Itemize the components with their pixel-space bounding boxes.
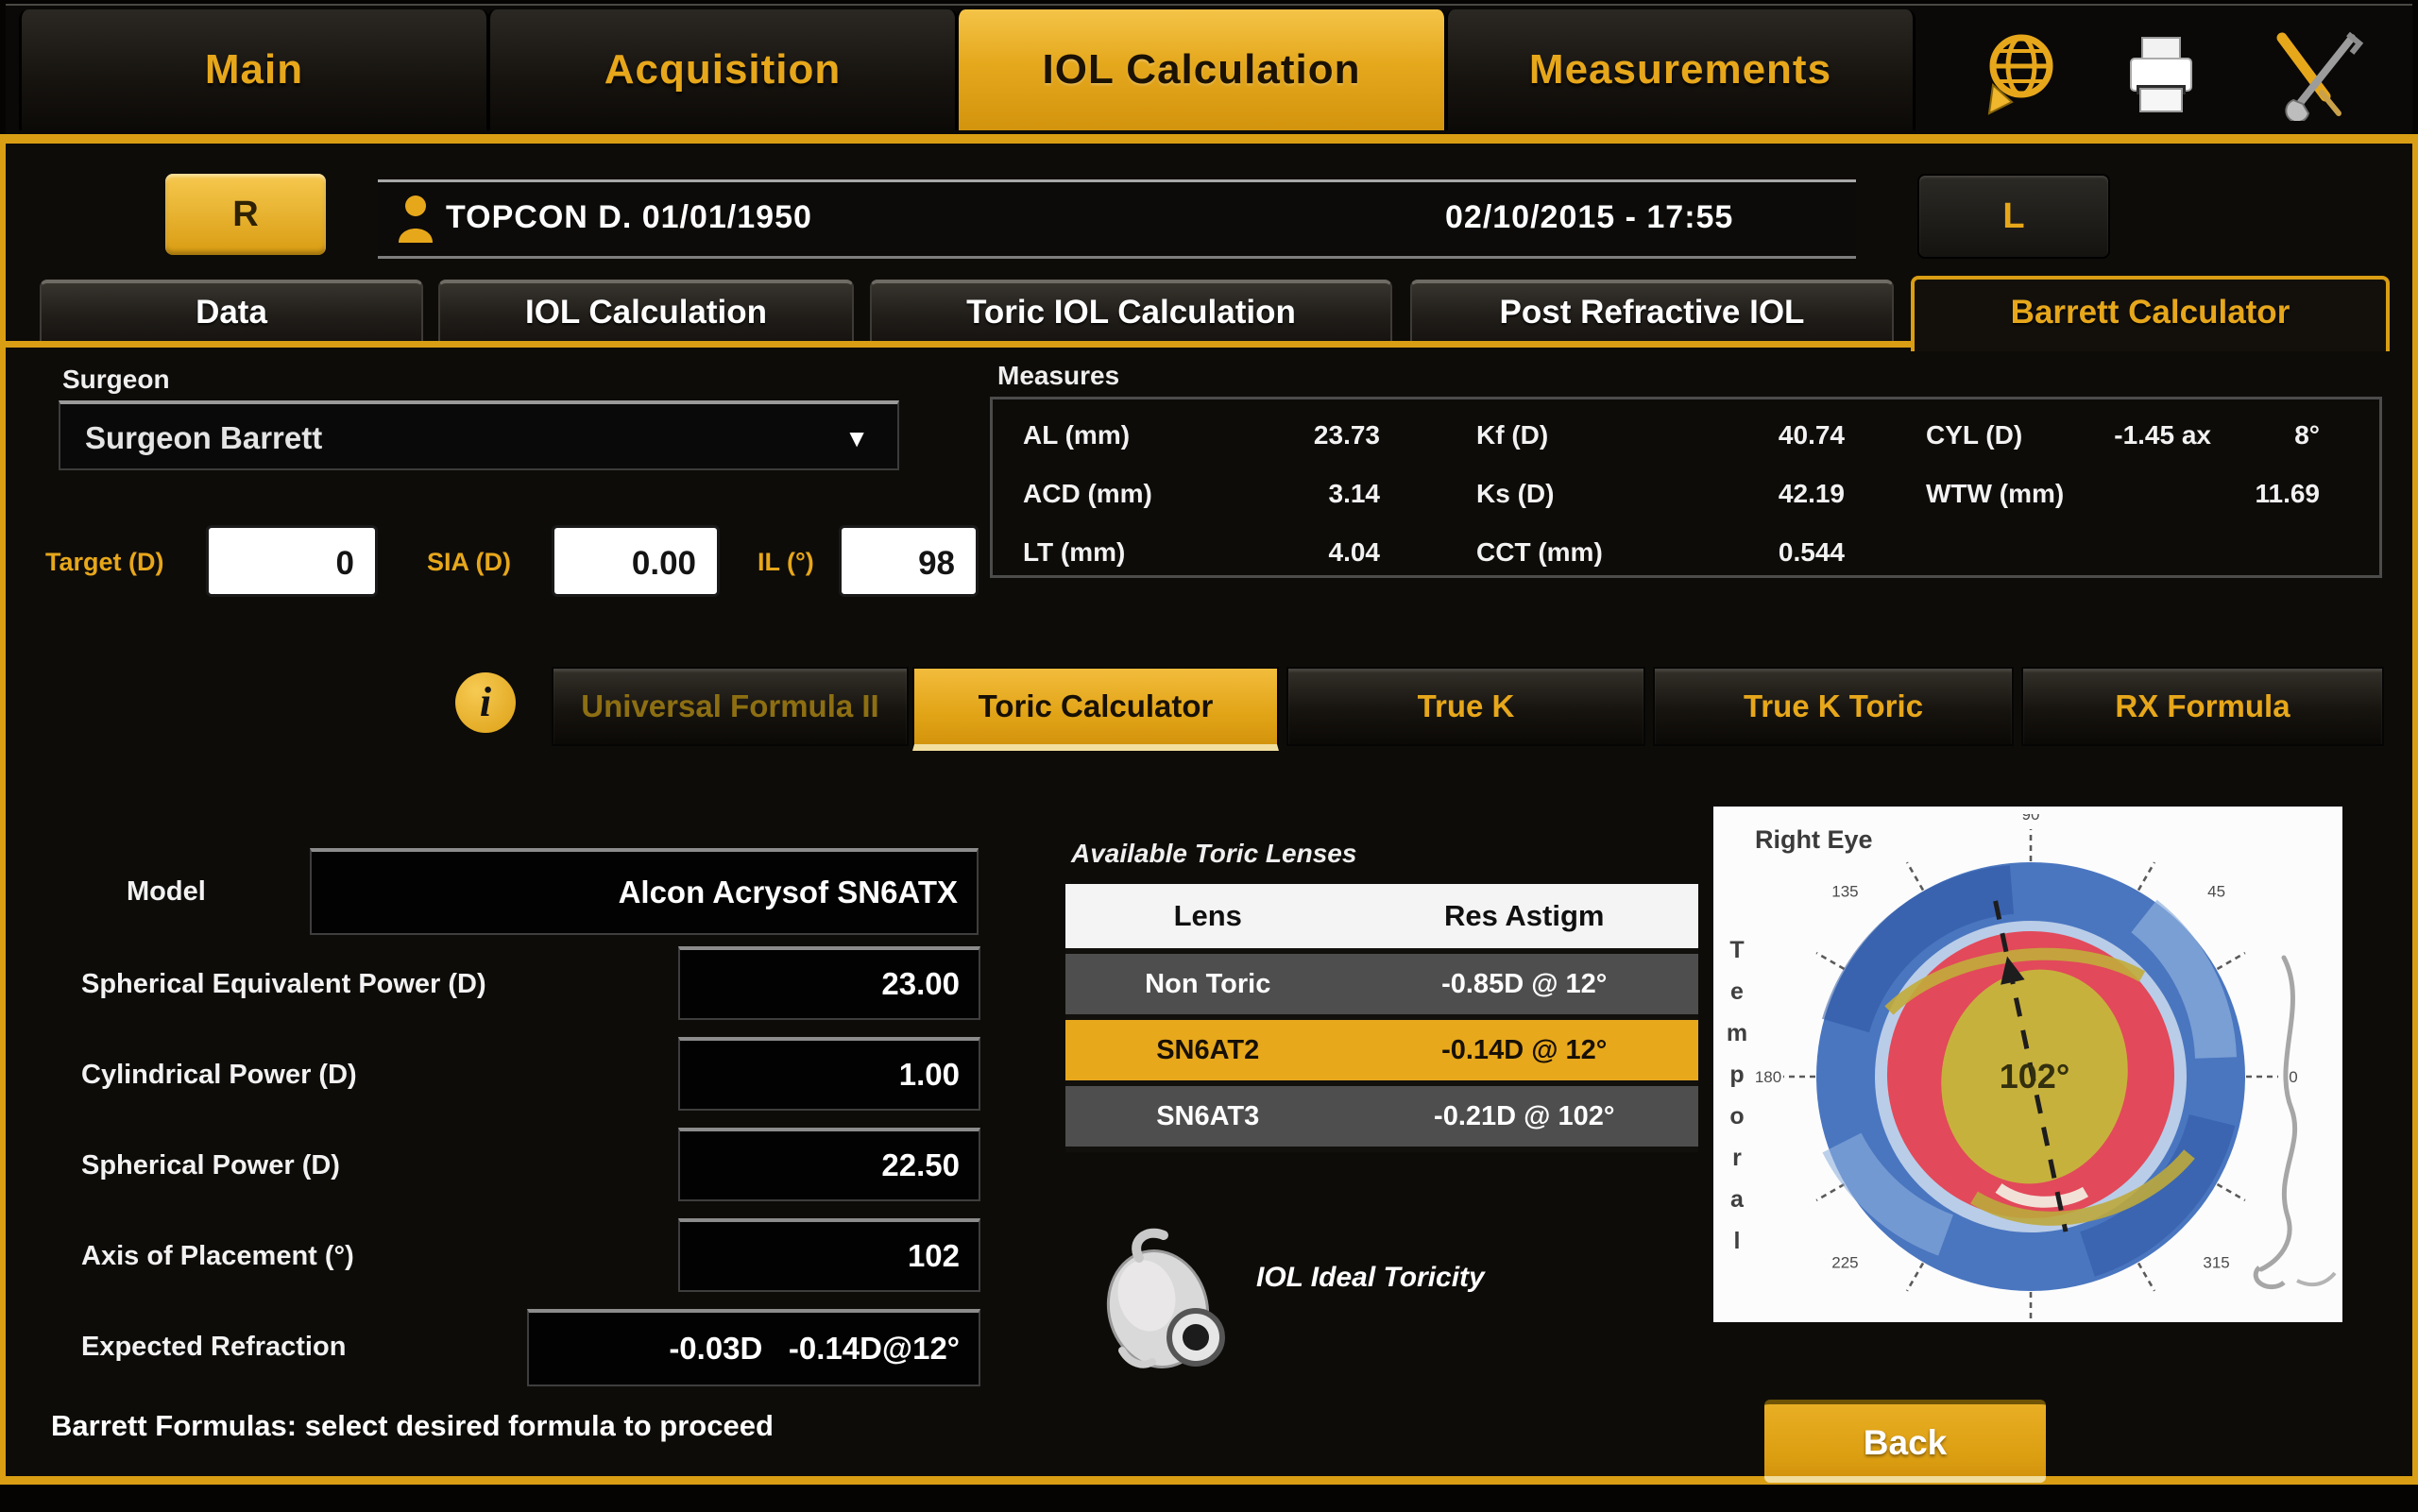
surgeon-dropdown[interactable]: Surgeon Barrett ▼	[59, 400, 899, 470]
surgeon-label: Surgeon	[62, 365, 170, 395]
il-input[interactable]: 98	[839, 525, 979, 597]
measure-value: 11.69	[2164, 479, 2320, 509]
main-tab-bar: Main Acquisition IOL Calculation Measure…	[6, 4, 2412, 136]
lens-name: SN6AT2	[1065, 1020, 1351, 1080]
lens-astigm: -0.21D @ 102°	[1351, 1086, 1699, 1147]
model-input[interactable]: Alcon Acrysof SN6ATX	[310, 848, 979, 935]
axis-placement-label: Axis of Placement (°)	[81, 1241, 354, 1272]
axis-placement-input[interactable]: 102	[678, 1218, 980, 1292]
measures-title: Measures	[997, 361, 1119, 391]
lens-name: SN6AT3	[1065, 1086, 1351, 1147]
universal-formula-button[interactable]: Universal Formula II	[552, 667, 909, 746]
degree-label: 45	[2207, 882, 2225, 900]
sep-label: Spherical Equivalent Power (D)	[81, 969, 486, 1000]
subtab-data[interactable]: Data	[40, 280, 423, 344]
measure-label: CCT (mm)	[1476, 537, 1603, 568]
measure-label: Kf (D)	[1476, 420, 1548, 450]
expected-refraction-label: Expected Refraction	[81, 1332, 346, 1363]
sia-label: SIA (D)	[427, 548, 511, 577]
patient-info-bar: TOPCON D. 01/01/1950 02/10/2015 - 17:55	[378, 179, 1856, 259]
iol-lens-icon	[1084, 1216, 1250, 1382]
subtab-barrett-calculator[interactable]: Barrett Calculator	[1911, 276, 2390, 351]
tab-measurements[interactable]: Measurements	[1445, 9, 1916, 130]
target-input[interactable]: 0	[206, 525, 378, 597]
info-icon[interactable]: i	[455, 672, 516, 733]
true-k-button[interactable]: True K	[1286, 667, 1645, 746]
table-row-selected[interactable]: SN6AT2 -0.14D @ 12°	[1065, 1020, 1698, 1086]
measure-value: 23.73	[1219, 420, 1380, 450]
patient-name: TOPCON D. 01/01/1950	[446, 199, 812, 236]
target-label: Target (D)	[45, 548, 164, 577]
surgeon-value: Surgeon Barrett	[85, 420, 322, 455]
eye-diagram-panel: Right Eye Temporal 90450315270225180135 …	[1713, 807, 2342, 1322]
sia-input[interactable]: 0.00	[552, 525, 720, 597]
measure-label: ACD (mm)	[1023, 479, 1152, 509]
measure-value: 40.74	[1684, 420, 1845, 450]
cyl-power-label: Cylindrical Power (D)	[81, 1060, 357, 1091]
back-button[interactable]: Back	[1764, 1400, 2046, 1483]
measures-box: AL (mm) 23.73 ACD (mm) 3.14 LT (mm) 4.04…	[990, 397, 2382, 578]
toric-calculator-button[interactable]: Toric Calculator	[912, 667, 1279, 751]
degree-label: 90	[2022, 814, 2040, 824]
measure-label: CYL (D)	[1926, 420, 2022, 450]
axis-value-label: 102°	[2000, 1057, 2069, 1096]
table-row[interactable]: SN6AT3 -0.21D @ 102°	[1065, 1086, 1698, 1152]
measure-label: AL (mm)	[1023, 420, 1130, 450]
lens-name: Non Toric	[1065, 954, 1351, 1014]
measure-value: -1.45 ax	[2041, 420, 2211, 450]
lens-astigm: -0.85D @ 12°	[1351, 954, 1699, 1014]
col-res-astigm: Res Astigm	[1351, 884, 1699, 948]
expected-refraction-value: -0.03D -0.14D@12°	[527, 1309, 980, 1386]
table-header: Lens Res Astigm	[1065, 884, 1698, 954]
il-label: IL (°)	[758, 548, 814, 577]
tab-acquisition[interactable]: Acquisition	[487, 9, 958, 130]
globe-pointer-icon[interactable]	[1968, 26, 2063, 121]
lens-astigm: -0.14D @ 12°	[1351, 1020, 1699, 1080]
measure-label: LT (mm)	[1023, 537, 1125, 568]
ideal-toricity-label: IOL Ideal Toricity	[1256, 1262, 1485, 1294]
rx-formula-button[interactable]: RX Formula	[2021, 667, 2384, 746]
subtab-iol-calculation[interactable]: IOL Calculation	[438, 280, 854, 344]
degree-label: 180	[1755, 1068, 1781, 1086]
tab-main[interactable]: Main	[19, 9, 489, 130]
measure-value: 42.19	[1684, 479, 1845, 509]
cyl-power-input[interactable]: 1.00	[678, 1037, 980, 1111]
measure-label: WTW (mm)	[1926, 479, 2064, 509]
toric-lenses-title: Available Toric Lenses	[1071, 839, 1356, 869]
subtab-underline	[6, 341, 1912, 348]
sep-input[interactable]: 23.00	[678, 946, 980, 1020]
measure-value: 4.04	[1219, 537, 1380, 568]
sph-power-label: Spherical Power (D)	[81, 1150, 340, 1181]
patient-icon	[395, 194, 436, 245]
measure-axis: 8°	[2263, 420, 2320, 450]
true-k-toric-button[interactable]: True K Toric	[1653, 667, 2014, 746]
subtab-toric-iol-calculation[interactable]: Toric IOL Calculation	[870, 280, 1392, 344]
iol-calculation-screen: Main Acquisition IOL Calculation Measure…	[0, 0, 2418, 1512]
right-eye-button[interactable]: R	[165, 174, 326, 255]
degree-label: 225	[1831, 1254, 1858, 1272]
footer-message: Barrett Formulas: select desired formula…	[51, 1409, 774, 1443]
table-row[interactable]: Non Toric -0.85D @ 12°	[1065, 954, 1698, 1020]
tab-iol-calculation[interactable]: IOL Calculation	[956, 9, 1447, 130]
nose-sketch	[2193, 948, 2342, 1317]
subtab-post-refractive-iol[interactable]: Post Refractive IOL	[1410, 280, 1894, 344]
measure-value: 0.544	[1684, 537, 1845, 568]
toric-lens-table: Lens Res Astigm Non Toric -0.85D @ 12° S…	[1065, 884, 1698, 1152]
chevron-down-icon: ▼	[844, 404, 869, 472]
model-label: Model	[127, 876, 206, 908]
col-lens: Lens	[1065, 884, 1351, 948]
sph-power-input[interactable]: 22.50	[678, 1128, 980, 1201]
measure-value: 3.14	[1219, 479, 1380, 509]
printer-icon[interactable]	[2114, 26, 2208, 121]
tools-icon[interactable]	[2265, 26, 2359, 121]
left-eye-button[interactable]: L	[1917, 174, 2110, 259]
exam-datetime: 02/10/2015 - 17:55	[1445, 199, 1733, 236]
measure-label: Ks (D)	[1476, 479, 1554, 509]
degree-label: 135	[1831, 882, 1858, 900]
